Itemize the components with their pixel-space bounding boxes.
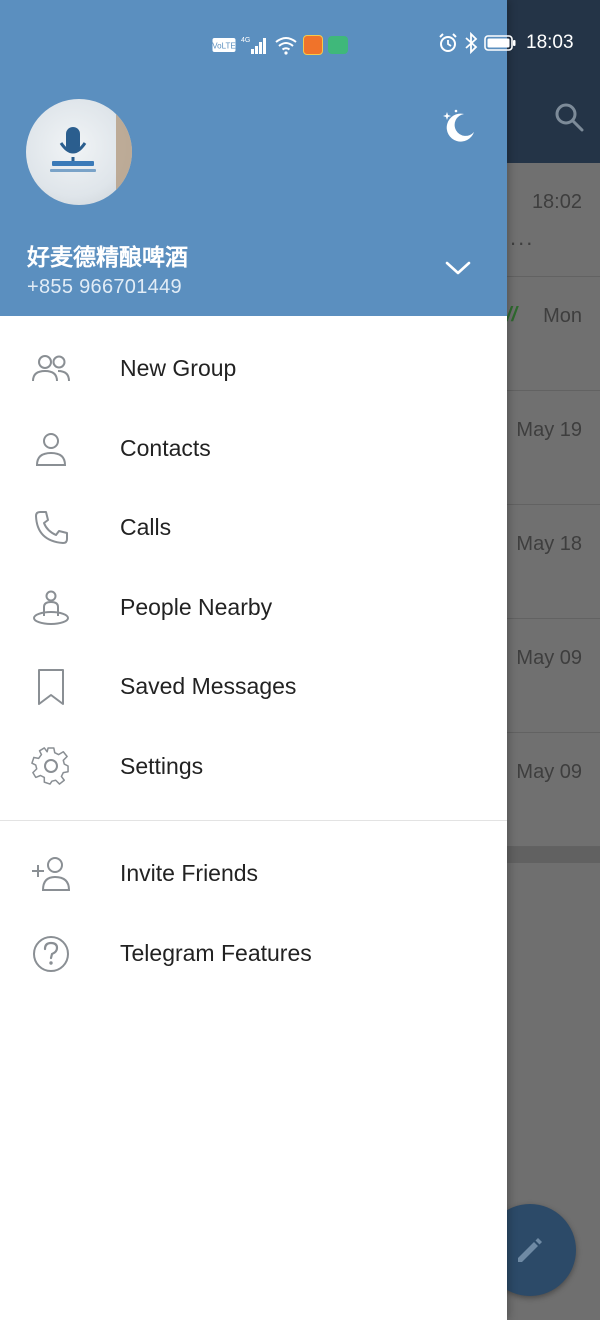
read-checks-icon: // [506,304,518,326]
status-time: 18:03 [526,32,574,53]
chat-time: Mon [543,305,582,327]
drawer-menu-secondary: Invite Friends Telegram Features [0,836,507,995]
profile-phone: +855 966701449 [27,276,182,298]
app-notification-icon [328,36,348,54]
battery-icon [484,35,516,51]
wifi-icon [275,37,297,55]
menu-label: New Group [120,355,237,381]
search-icon[interactable] [552,100,586,134]
menu-label: Calls [120,514,172,540]
menu-item-saved-messages[interactable]: Saved Messages [0,649,507,729]
app-notification-icon [303,35,323,55]
calls-icon [35,511,68,544]
night-mode-icon[interactable] [438,106,478,146]
saved-messages-icon [38,669,64,705]
invite-friends-icon [32,857,71,891]
signal-4g-icon: 4G [241,37,266,54]
menu-item-telegram-features[interactable]: Telegram Features [0,916,507,996]
bluetooth-icon [465,32,478,54]
menu-label: Settings [120,752,204,779]
drawer-menu: New Group Contacts Calls People Nearby S… [0,331,507,808]
menu-label: Contacts [120,434,211,461]
help-icon [33,935,69,972]
menu-item-new-group[interactable]: New Group [0,331,507,411]
menu-divider [0,820,507,821]
chat-time: May 09 [516,761,582,783]
navigation-drawer: VoLTE 4G 18:03 好麦德精酿啤酒 +855 966701449 Ne… [0,0,574,1320]
avatar[interactable] [26,99,132,205]
chat-preview: ... [510,225,535,250]
volte-icon: VoLTE [212,38,236,52]
chat-time: 18:02 [531,191,582,213]
avatar-photo-edge [116,109,132,195]
menu-label: Saved Messages [120,673,297,699]
pencil-icon [518,1238,542,1262]
menu-label: Invite Friends [120,860,259,886]
chat-time: May 09 [516,647,582,669]
menu-label: Telegram Features [120,939,312,966]
menu-item-people-nearby[interactable]: People Nearby [0,570,507,650]
menu-item-invite-friends[interactable]: Invite Friends [0,836,507,916]
svg-text:4G: 4G [241,37,250,44]
chat-time: May 19 [516,419,582,441]
alarm-icon [439,33,457,52]
chat-time: May 18 [516,533,582,555]
menu-item-calls[interactable]: Calls [0,490,507,570]
new-group-icon [32,355,70,382]
people-nearby-icon [33,590,69,625]
settings-icon [31,746,69,785]
contacts-icon [35,432,67,466]
status-bar-right: 18:03 [438,32,574,54]
chevron-down-icon[interactable] [443,257,473,279]
menu-item-contacts[interactable]: Contacts [0,411,507,491]
menu-item-settings[interactable]: Settings [0,729,507,809]
profile-name: 好麦德精酿啤酒 [27,244,188,270]
status-bar-icons: VoLTE 4G [212,34,348,56]
svg-text:VoLTE: VoLTE [212,42,235,51]
menu-label: People Nearby [120,593,273,620]
drawer-header: VoLTE 4G 18:03 好麦德精酿啤酒 +855 966701449 [0,0,574,316]
